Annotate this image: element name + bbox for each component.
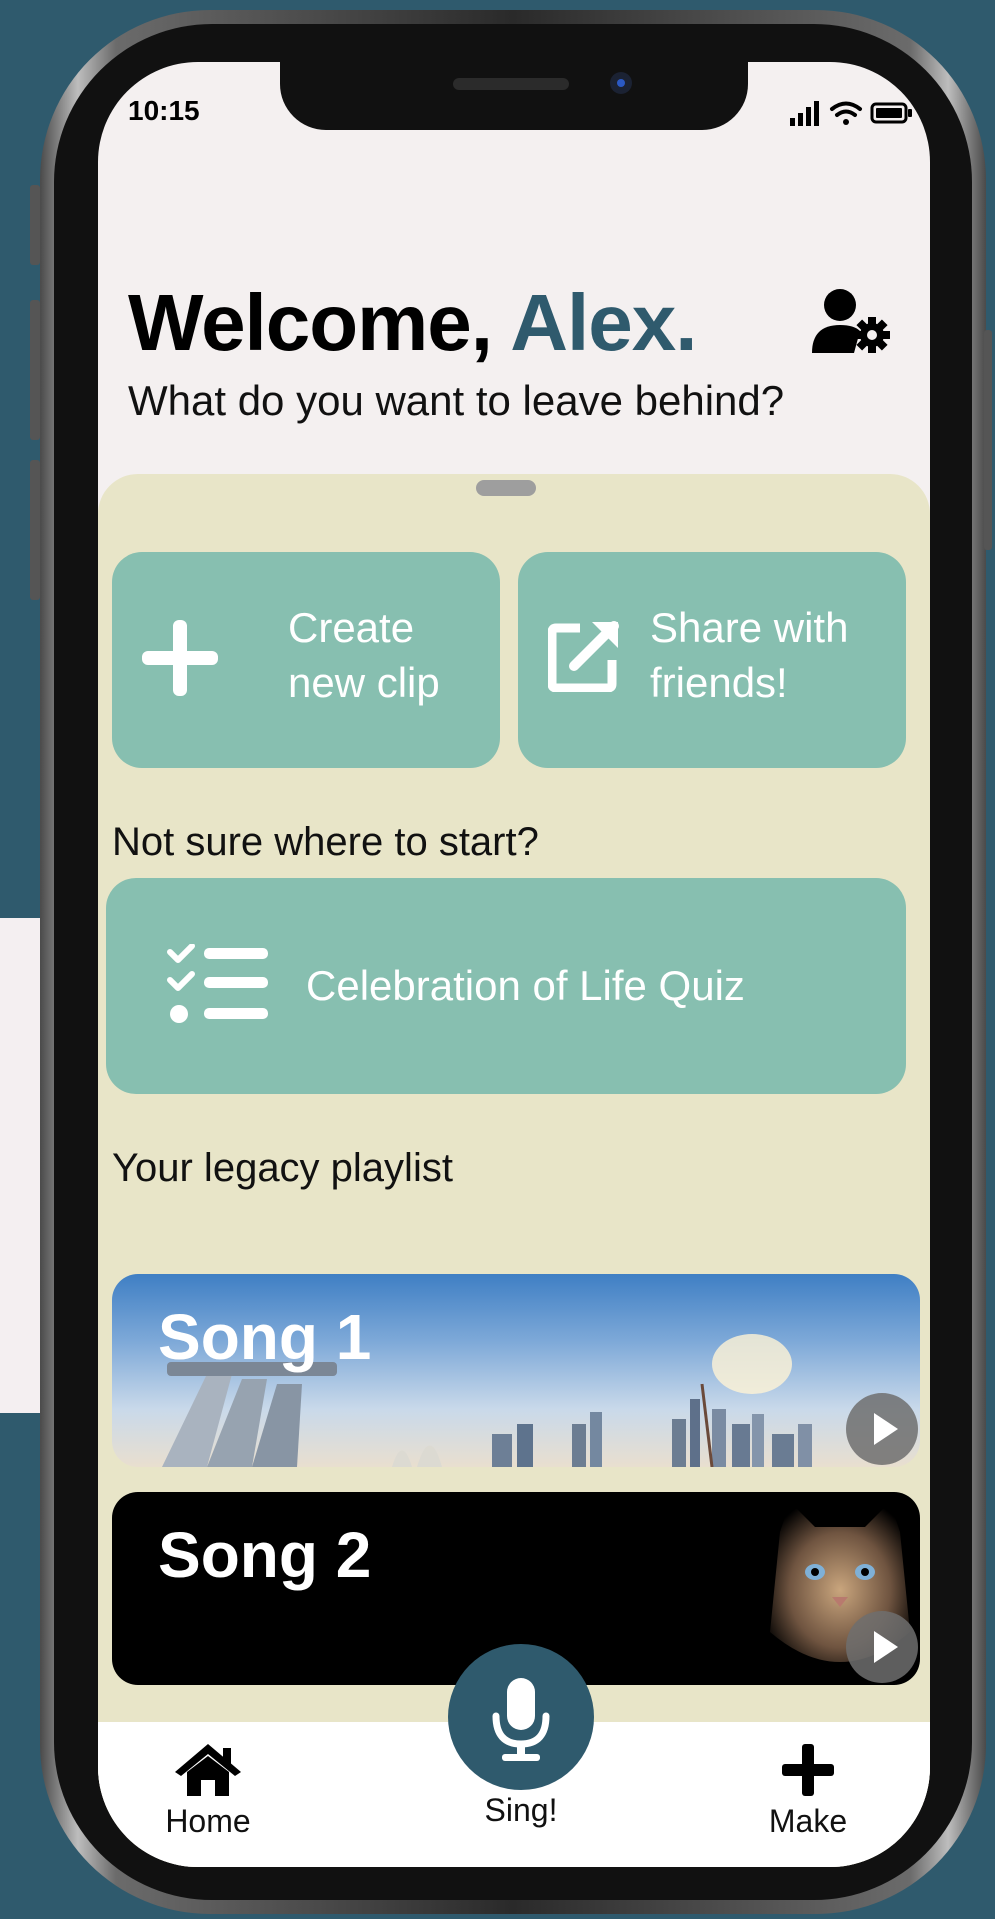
quiz-prompt: Not sure where to start? — [112, 820, 539, 864]
sheet-grabber[interactable] — [476, 480, 536, 496]
welcome-heading: Welcome, Alex. — [128, 277, 697, 369]
tab-make[interactable]: Make — [748, 1742, 868, 1840]
plus-icon — [782, 1744, 834, 1796]
volume-down-button — [30, 460, 40, 600]
status-time: 10:15 — [128, 95, 200, 126]
play-button-2[interactable] — [846, 1611, 918, 1683]
create-label-line1: Create — [288, 604, 415, 651]
page-subtitle: What do you want to leave behind? — [128, 377, 785, 424]
signal-icon — [790, 101, 819, 126]
sing-button[interactable] — [448, 1644, 594, 1790]
user-name: Alex. — [510, 278, 697, 367]
battery-icon — [870, 102, 912, 124]
create-clip-button[interactable]: Create new clip — [112, 552, 500, 768]
tab-home-label: Home — [165, 1803, 251, 1839]
silent-switch — [30, 185, 40, 265]
quiz-label: Celebration of Life Quiz — [306, 962, 745, 1009]
tab-make-label: Make — [768, 1803, 848, 1839]
greeting-text: Welcome, — [128, 278, 493, 367]
notch — [280, 62, 748, 130]
song-title-1: Song 1 — [158, 1301, 372, 1373]
play-button-1[interactable] — [846, 1393, 918, 1465]
volume-up-button — [30, 300, 40, 440]
power-button — [984, 330, 992, 550]
front-camera — [610, 72, 632, 94]
share-friends-button[interactable]: Share with friends! — [518, 552, 906, 768]
song-title-2: Song 2 — [158, 1519, 372, 1591]
play-icon — [874, 1631, 898, 1663]
microphone-icon — [492, 1678, 550, 1761]
home-icon — [175, 1744, 241, 1796]
user-settings-icon[interactable] — [810, 287, 892, 355]
background-panel — [0, 918, 40, 1413]
sing-label: Sing! — [484, 1792, 558, 1828]
playlist-heading: Your legacy playlist — [112, 1146, 453, 1190]
plus-icon — [142, 620, 218, 696]
share-label-line2: friends! — [650, 659, 788, 706]
create-label-line2: new clip — [288, 659, 440, 706]
song-card-1[interactable]: Song 1 — [112, 1274, 920, 1467]
share-external-icon — [548, 621, 619, 692]
play-icon — [874, 1413, 898, 1445]
status-icons — [788, 96, 916, 135]
quiz-button[interactable]: Celebration of Life Quiz — [106, 878, 906, 1094]
phone-screen: 10:15 Welcome, Alex. What do you want to… — [98, 62, 930, 1867]
share-label-line1: Share with — [650, 604, 849, 651]
tab-home[interactable]: Home — [138, 1742, 278, 1840]
wifi-icon — [830, 101, 862, 125]
checklist-icon — [167, 944, 268, 1023]
speaker-grille — [453, 78, 569, 90]
